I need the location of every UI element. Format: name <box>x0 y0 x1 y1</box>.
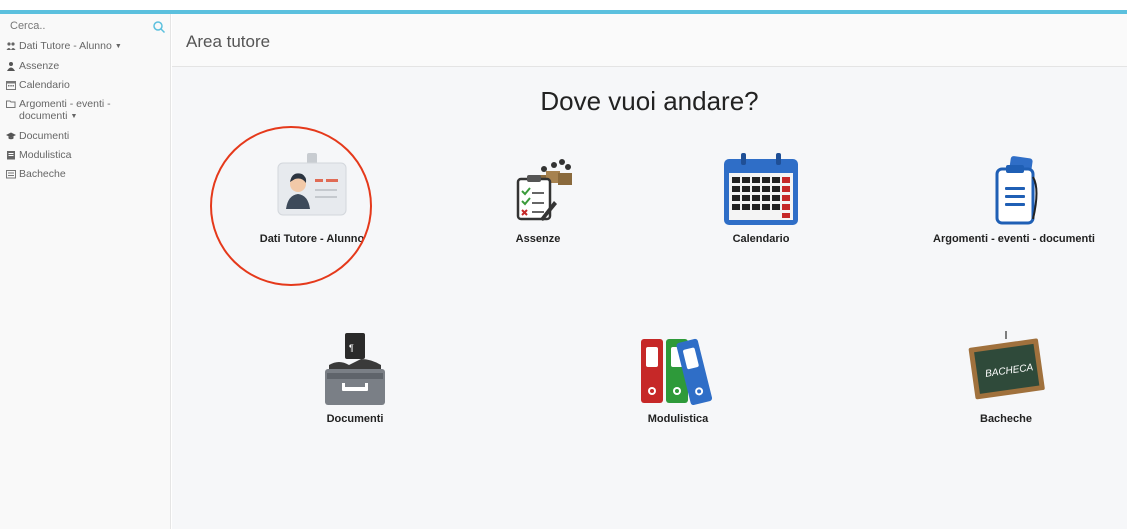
main-heading: Dove vuoi andare? <box>540 86 759 116</box>
list-icon <box>6 170 16 179</box>
tile-assenze[interactable]: Assenze <box>438 149 638 245</box>
main-content: Area tutore Dove vuoi andare? Dati Tutor… <box>172 14 1127 529</box>
submenu-caret-icon: ▼ <box>114 43 122 50</box>
sidebar-item-label: Bacheche <box>19 168 66 180</box>
tile-documenti[interactable]: ¶ Documenti <box>255 329 455 425</box>
users-icon <box>6 42 16 50</box>
sidebar-item-calendario[interactable]: Calendario <box>0 77 170 96</box>
sidebar-item-documenti[interactable]: Documenti <box>0 128 170 147</box>
sidebar-item-label: Calendario <box>19 79 70 91</box>
sidebar-item-label: Dati Tutore - Alunno <box>19 40 112 52</box>
tile-label: Bacheche <box>980 413 1032 425</box>
search-input[interactable] <box>4 17 160 35</box>
graduation-cap-icon <box>6 132 16 140</box>
calendar-icon <box>6 81 16 90</box>
sidebar-item-dati-tutore-alunno[interactable]: Dati Tutore - Alunno ▼ <box>0 38 170 58</box>
tile-argomenti-eventi-documenti[interactable]: Argomenti - eventi - documenti <box>914 149 1114 245</box>
sidebar-item-label: Assenze <box>19 60 60 72</box>
document-icon <box>7 151 15 160</box>
sidebar-menu: Dati Tutore - Alunno ▼ Assenze Calendario… <box>0 38 170 185</box>
tile-label: Calendario <box>732 233 790 245</box>
tile-label: Dati Tutore - Alunno <box>259 233 365 245</box>
tile-modulistica[interactable]: Modulistica <box>578 329 778 425</box>
tile-label: Documenti <box>326 413 384 425</box>
sidebar-item-modulistica[interactable]: Modulistica <box>0 147 170 166</box>
sidebar: Dati Tutore - Alunno▼ Assenze Calendario… <box>0 14 171 529</box>
search-icon[interactable] <box>152 20 166 34</box>
sidebar-search <box>0 14 170 38</box>
document-tray-icon: ¶ <box>325 333 385 405</box>
tile-label: Modulistica <box>647 413 709 425</box>
id-badge-icon <box>277 153 347 216</box>
submenu-caret-icon: ▼ <box>70 113 78 120</box>
tile-label: Assenze <box>515 233 561 245</box>
folder-open-icon <box>6 100 16 108</box>
user-icon <box>7 62 15 71</box>
binders-icon <box>641 338 713 406</box>
page-title: Area tutore <box>186 32 271 51</box>
attendance-checklist-icon <box>516 159 572 221</box>
tile-label: Argomenti - eventi - documenti <box>933 233 1095 245</box>
tile-calendario[interactable]: Calendario <box>661 149 861 245</box>
tile-bacheche[interactable]: BACHECA Bacheche <box>906 329 1106 425</box>
sidebar-item-label: Documenti <box>19 130 70 142</box>
clipboard-document-icon <box>995 156 1038 225</box>
calendar-icon <box>724 153 798 225</box>
svg-text:¶: ¶ <box>349 343 354 353</box>
sidebar-item-label: Modulistica <box>19 149 72 161</box>
sidebar-item-argomenti-eventi-documenti[interactable]: Argomenti - eventi - documenti ▼ <box>0 96 170 128</box>
sidebar-item-bacheche[interactable]: Bacheche <box>0 166 170 185</box>
tile-dati-tutore-alunno[interactable]: Dati Tutore - Alunno <box>212 149 412 245</box>
sidebar-item-label: Argomenti - eventi - documenti <box>19 98 111 122</box>
chalkboard-icon: BACHECA <box>968 331 1045 400</box>
page-header: Area tutore <box>172 14 1127 67</box>
sidebar-item-assenze[interactable]: Assenze <box>0 58 170 77</box>
